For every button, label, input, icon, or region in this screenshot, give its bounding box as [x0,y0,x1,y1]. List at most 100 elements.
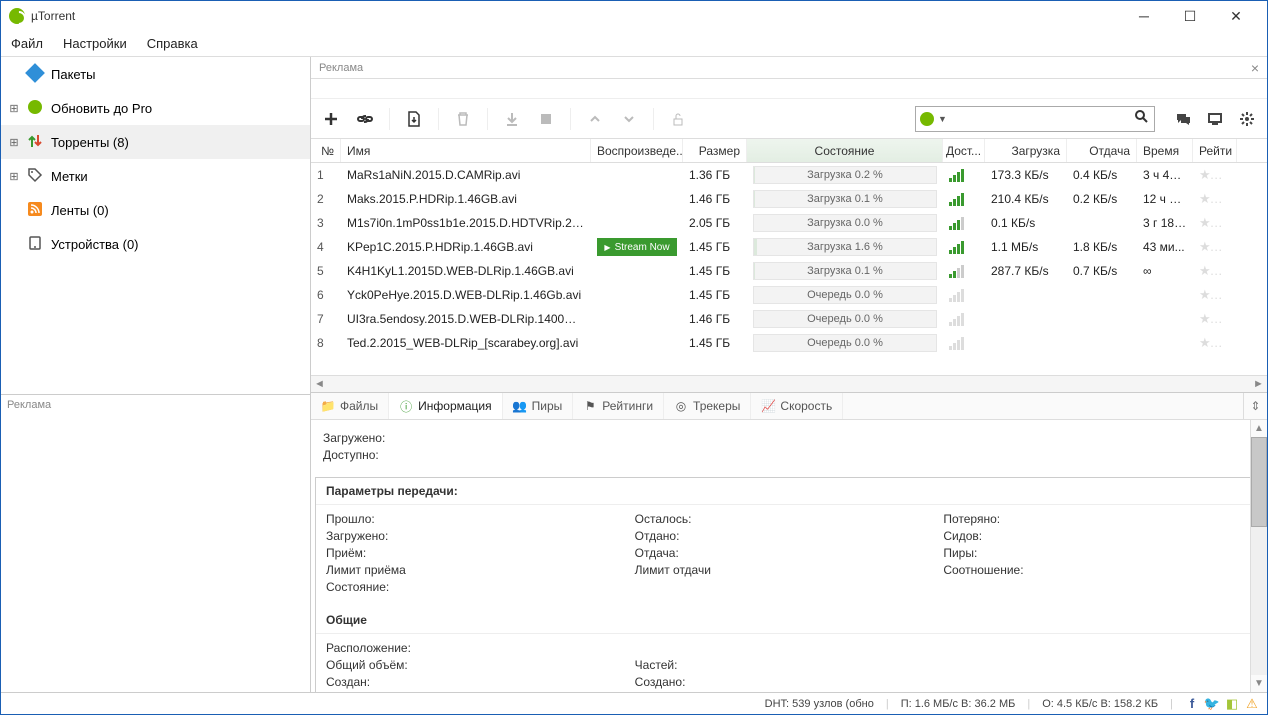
cell-number: 4 [311,240,341,254]
sidebar-item-1[interactable]: ⊞ Обновить до Pro [1,91,310,125]
tab-info[interactable]: ⓘИнформация [389,393,502,419]
detail-totalsize: Общий объём: [326,658,635,672]
main-panel: Реклама × [311,57,1267,692]
col-rate[interactable]: Рейти [1193,139,1237,162]
search-input[interactable] [947,108,1128,130]
sidebar-item-2[interactable]: ⊞Торренты (8) [1,125,310,159]
tab-speed[interactable]: 📈Скорость [751,393,843,419]
col-number[interactable]: № [311,139,341,162]
android-icon[interactable]: ◧ [1225,697,1239,711]
table-row[interactable]: 4KPep1C.2015.P.HDRip.1.46GB.aviStream No… [311,235,1267,259]
cell-size: 1.45 ГБ [683,288,747,302]
cell-size: 1.46 ГБ [683,312,747,326]
detail-elapsed: Прошло: [326,512,635,526]
detail-location: Расположение: [326,641,635,655]
detail-transfer-section: Параметры передачи: Прошло: Загружено: П… [315,477,1263,692]
detail-vertical-scrollbar[interactable]: ▲ ▼ [1250,420,1267,692]
cell-rating: ★★★★★ [1193,311,1237,327]
cell-time: 12 ч 7 ... [1137,192,1193,206]
cell-state: Очередь 0.0 % [747,334,943,352]
target-icon: ◎ [674,399,688,413]
grid-horizontal-scrollbar[interactable]: ◄ ► [311,375,1267,392]
search-box[interactable]: ▼ [915,106,1155,132]
chat-button[interactable] [1169,105,1197,133]
warning-icon[interactable]: ⚠ [1245,697,1259,711]
cell-rating: ★★★★★ [1193,215,1237,231]
col-size[interactable]: Размер [683,139,747,162]
delete-button[interactable] [449,105,477,133]
sidebar-item-4[interactable]: Ленты (0) [1,193,310,227]
table-row[interactable]: 5K4H1KyL1.2015D.WEB-DLRip.1.46GB.avi1.45… [311,259,1267,283]
cell-name: Ted.2.2015_WEB-DLRip_[scarabey.org].avi [341,336,591,350]
expand-icon[interactable]: ⊞ [9,136,19,149]
menu-help[interactable]: Справка [143,34,202,53]
menu-settings[interactable]: Настройки [59,34,131,53]
scrollbar-thumb[interactable] [1251,437,1267,527]
table-row[interactable]: 3M1s7i0n.1mP0ss1b1e.2015.D.HDTVRip.2100.… [311,211,1267,235]
detail-seeds: Сидов: [943,529,1252,543]
move-down-button[interactable] [615,105,643,133]
unlock-button[interactable] [664,105,692,133]
search-dropdown-icon[interactable]: ▼ [938,114,947,124]
tab-files[interactable]: 📁Файлы [311,393,389,419]
cell-name: Maks.2015.P.HDRip.1.46GB.avi [341,192,591,206]
sidebar-icon [27,201,43,219]
col-time[interactable]: Время [1137,139,1193,162]
col-name[interactable]: Имя [341,139,591,162]
scroll-right-icon[interactable]: ► [1250,378,1267,390]
ad-close-button[interactable]: × [1251,60,1259,76]
col-up[interactable]: Отдача [1067,139,1137,162]
stop-button[interactable] [532,105,560,133]
sidebar-item-0[interactable]: Пакеты [1,57,310,91]
toggle-detail-button[interactable]: ⇕ [1243,393,1267,419]
statusbar: DHT: 539 узлов (обно | П: 1.6 МБ/с В: 36… [1,692,1267,714]
cell-time: 43 ми... [1137,240,1193,254]
table-row[interactable]: 1MaRs1aNiN.2015.D.CAMRip.avi1.36 ГБЗагру… [311,163,1267,187]
facebook-icon[interactable]: f [1185,697,1199,711]
detail-downloaded-label: Загружено: [323,431,1255,445]
table-row[interactable]: 7UI3ra.5endosy.2015.D.WEB-DLRip.1400MB.a… [311,307,1267,331]
remote-button[interactable] [1201,105,1229,133]
menubar: Файл Настройки Справка [1,31,1267,57]
table-row[interactable]: 8Ted.2.2015_WEB-DLRip_[scarabey.org].avi… [311,331,1267,355]
col-down[interactable]: Загрузка [985,139,1067,162]
start-button[interactable] [498,105,526,133]
table-row[interactable]: 6Yck0PeHye.2015.D.WEB-DLRip.1.46Gb.avi1.… [311,283,1267,307]
minimize-button[interactable]: ─ [1121,1,1167,31]
settings-button[interactable] [1233,105,1261,133]
cell-name: K4H1KyL1.2015D.WEB-DLRip.1.46GB.avi [341,264,591,278]
app-logo-icon [9,8,25,24]
sidebar-item-5[interactable]: Устройства (0) [1,227,310,261]
tab-trackers[interactable]: ◎Трекеры [664,393,751,419]
create-torrent-button[interactable] [400,105,428,133]
add-link-button[interactable] [351,105,379,133]
scroll-left-icon[interactable]: ◄ [311,378,328,390]
twitter-icon[interactable]: 🐦 [1205,697,1219,711]
maximize-button[interactable]: ☐ [1167,1,1213,31]
close-button[interactable]: ✕ [1213,1,1259,31]
scroll-up-icon[interactable]: ▲ [1251,420,1267,437]
sidebar-ad-label: Реклама [7,399,51,411]
col-play[interactable]: Воспроизведе... [591,139,683,162]
chart-icon: 📈 [761,399,775,413]
sidebar-item-label: Обновить до Pro [51,101,152,116]
detail-ullimit: Лимит отдачи [635,563,944,577]
move-up-button[interactable] [581,105,609,133]
folder-icon: 📁 [321,399,335,413]
search-icon[interactable] [1128,109,1154,128]
tab-peers[interactable]: 👥Пиры [503,393,574,419]
col-avail[interactable]: Дост... [943,139,985,162]
table-row[interactable]: 2Maks.2015.P.HDRip.1.46GB.avi1.46 ГБЗагр… [311,187,1267,211]
cell-up: 1.8 КБ/s [1067,240,1137,254]
menu-file[interactable]: Файл [7,34,47,53]
add-torrent-button[interactable] [317,105,345,133]
stream-now-button[interactable]: Stream Now [597,238,677,256]
expand-icon[interactable]: ⊞ [9,102,19,115]
col-state[interactable]: Состояние [747,139,943,162]
sidebar-item-3[interactable]: ⊞Метки [1,159,310,193]
expand-icon[interactable]: ⊞ [9,170,19,183]
detail-created: Создан: [326,675,635,689]
availability-bars-icon [949,192,979,206]
tab-ratings[interactable]: ⚑Рейтинги [573,393,664,419]
scroll-down-icon[interactable]: ▼ [1251,675,1267,692]
